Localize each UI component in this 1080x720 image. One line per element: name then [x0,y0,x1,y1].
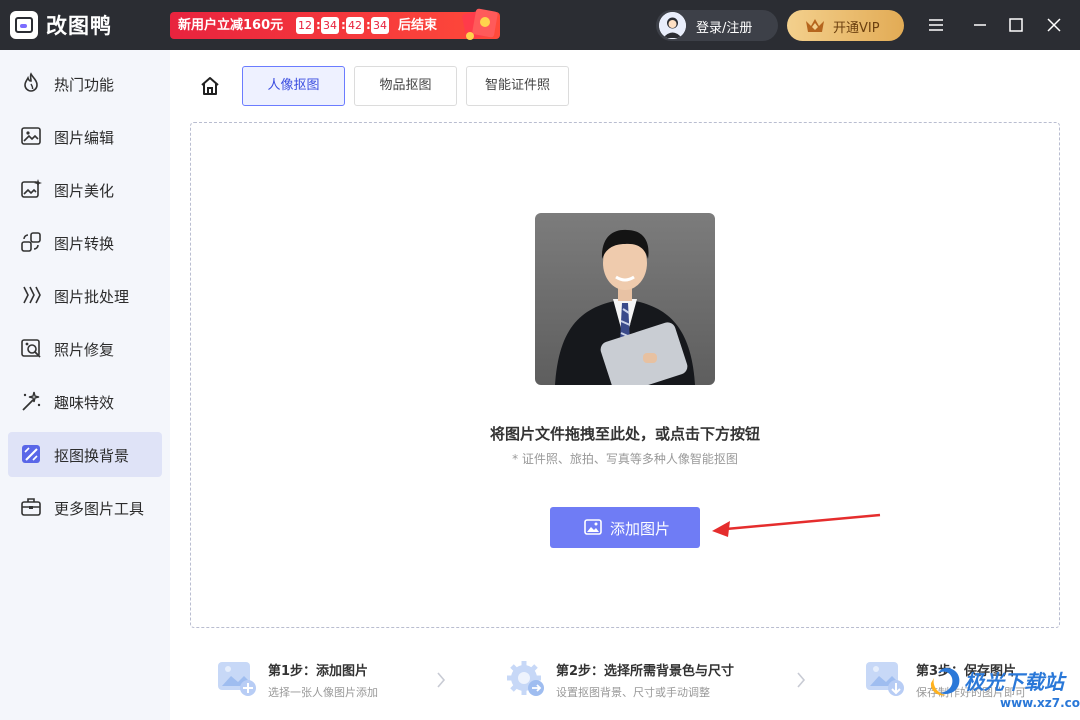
image-beautify-icon [21,179,42,198]
drop-zone-title: 将图片文件拖拽至此处，或点击下方按钮 [489,425,760,443]
sidebar-item-label: 抠图换背景 [54,447,130,465]
vip-button[interactable]: 开通VIP [787,10,904,41]
chevron-right-icon [437,672,446,688]
sidebar-item-more[interactable]: 更多图片工具 [8,485,162,530]
timer-hours: 12 [296,17,314,34]
promo-text: 新用户立减160元 [178,18,284,33]
vip-label: 开通VIP [833,21,880,36]
red-envelope-icon [462,8,498,40]
drop-zone-subtitle: * 证件照、旅拍、写真等多种人像智能抠图 [512,452,738,466]
tab-portrait-cutout[interactable]: 人像抠图 [242,66,345,106]
title-bar: 改图鸭 新用户立减160元 12 : 34 : 42 : 34 后结束 登录/注… [0,0,1080,50]
step-1: 第1步：添加图片 选择一张人像图片添加 [216,650,456,710]
login-label: 登录/注册 [696,21,753,36]
sidebar-item-label: 图片批处理 [54,288,130,306]
cutout-icon [22,445,40,463]
watermark-text: 极光下载站 [964,670,1064,694]
close-icon[interactable] [1042,13,1066,37]
home-icon[interactable] [198,74,222,98]
step-2: 第2步：选择所需背景色与尺寸 设置抠图背景、尺寸或手动调整 [504,650,794,710]
step-title: 第1步：添加图片 [268,664,369,679]
settings-step-icon [507,661,544,696]
avatar [659,12,686,39]
add-image-step-icon [218,662,256,696]
sidebar-item-repair[interactable]: 照片修复 [8,326,162,371]
annotation-arrow [712,513,881,537]
sidebar-item-label: 照片修复 [54,341,115,359]
image-icon [584,519,602,535]
sidebar-item-label: 图片编辑 [54,129,115,147]
toolbox-icon [21,498,41,516]
timer-centis: 34 [371,17,389,34]
sample-portrait-image [535,213,715,385]
app-name: 改图鸭 [46,14,112,38]
save-step-icon [866,662,904,696]
watermark-logo-icon [930,668,960,696]
drop-zone[interactable]: 将图片文件拖拽至此处，或点击下方按钮 * 证件照、旅拍、写真等多种人像智能抠图 … [190,122,1060,628]
step-desc: 设置抠图背景、尺寸或手动调整 [556,686,710,699]
main-panel: 人像抠图 物品抠图 智能证件照 将图片文件拖拽至此处，或点击下方按钮 * 证件照… [170,50,1080,720]
maximize-icon[interactable] [1004,13,1028,37]
sidebar-item-label: 趣味特效 [54,394,115,412]
batch-icon [23,286,41,304]
app-logo-icon [10,11,38,39]
watermark: 极光下载站 www.xz7.com [928,664,1080,720]
chevron-right-icon [797,672,806,688]
sidebar-item-beautify[interactable]: 图片美化 [8,167,162,212]
sidebar: 热门功能 图片编辑 图片美化 图片转换 图片批处理 照片修复 趣味特效 抠图换背… [0,50,170,720]
login-button[interactable]: 登录/注册 [656,10,778,41]
sidebar-item-label: 更多图片工具 [54,500,145,518]
photo-repair-icon [21,339,41,358]
sidebar-item-fun[interactable]: 趣味特效 [8,379,162,424]
magic-wand-icon [22,391,41,411]
minimize-icon[interactable] [968,13,992,37]
timer-seconds: 42 [346,17,364,34]
sidebar-item-convert[interactable]: 图片转换 [8,220,162,265]
step-title: 第2步：选择所需背景色与尺寸 [556,664,735,679]
sidebar-item-batch[interactable]: 图片批处理 [8,273,162,318]
sidebar-item-label: 热门功能 [54,76,115,94]
sidebar-item-edit[interactable]: 图片编辑 [8,114,162,159]
sidebar-item-hot[interactable]: 热门功能 [8,61,162,106]
step-desc: 选择一张人像图片添加 [268,686,378,699]
sidebar-item-label: 图片美化 [54,182,115,200]
crown-icon [806,19,824,32]
watermark-url: www.xz7.com [1000,696,1080,710]
promo-banner[interactable]: 新用户立减160元 12 : 34 : 42 : 34 后结束 [170,8,500,40]
sidebar-item-label: 图片转换 [54,235,115,253]
tab-object-cutout[interactable]: 物品抠图 [354,66,457,106]
promo-end-text: 后结束 [398,18,438,33]
timer-minutes: 34 [321,17,339,34]
add-image-button[interactable]: 添加图片 [550,507,700,548]
tab-id-photo[interactable]: 智能证件照 [466,66,569,106]
menu-icon[interactable] [924,13,948,37]
fire-icon [24,72,38,92]
image-edit-icon [21,127,41,145]
image-convert-icon [21,232,41,252]
sidebar-item-cutout[interactable]: 抠图换背景 [8,432,162,477]
add-image-label: 添加图片 [610,520,671,538]
